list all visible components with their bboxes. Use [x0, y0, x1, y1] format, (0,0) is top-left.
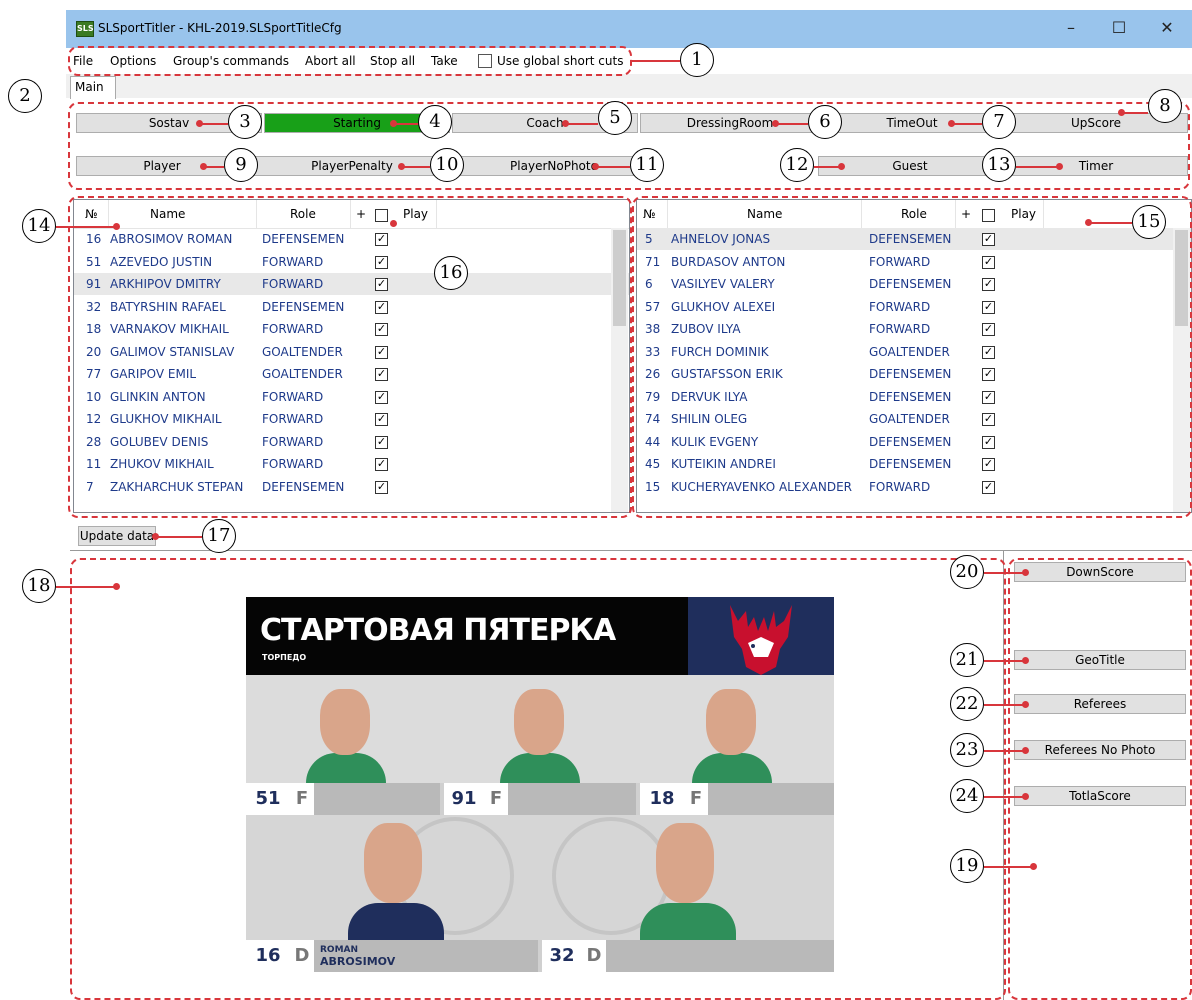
- callout-4: 4: [418, 105, 452, 139]
- callout-5: 5: [598, 101, 632, 135]
- callout-18: 18: [22, 569, 56, 603]
- app-icon: SLS: [76, 21, 94, 37]
- callout-3: 3: [228, 105, 262, 139]
- preview-region-outline: [70, 558, 1006, 1000]
- callout-15: 15: [1132, 205, 1166, 239]
- window-title: SLSportTitler - KHL-2019.SLSportTitleCfg: [98, 21, 342, 35]
- tab-main[interactable]: Main: [70, 76, 116, 99]
- callout-11: 11: [630, 148, 664, 182]
- update-data-button[interactable]: Update data: [78, 526, 156, 546]
- home-grid-outline: [68, 196, 632, 518]
- minimize-button[interactable]: –: [1048, 14, 1094, 42]
- callout-12: 12: [780, 148, 814, 182]
- callout-1: 1: [680, 43, 714, 77]
- close-button[interactable]: ✕: [1144, 14, 1190, 42]
- side-buttons-outline: [1008, 558, 1192, 1000]
- callout-22: 22: [950, 687, 984, 721]
- callout-6: 6: [808, 105, 842, 139]
- menu-region-outline: [68, 46, 632, 76]
- callout-9: 9: [224, 148, 258, 182]
- callout-17: 17: [202, 519, 236, 553]
- maximize-button[interactable]: ☐: [1096, 14, 1142, 42]
- callout-2: 2: [8, 79, 42, 113]
- callout-16: 16: [434, 256, 468, 290]
- guest-grid-outline: [632, 196, 1192, 518]
- callout-8: 8: [1148, 89, 1182, 123]
- divider: [70, 550, 1192, 551]
- callout-10: 10: [430, 148, 464, 182]
- callout-7: 7: [982, 105, 1016, 139]
- callout-14: 14: [22, 209, 56, 243]
- callout-24: 24: [950, 779, 984, 813]
- callout-19: 19: [950, 849, 984, 883]
- callout-13: 13: [982, 148, 1016, 182]
- callout-20: 20: [950, 555, 984, 589]
- tab-strip: [66, 74, 1192, 98]
- callout-21: 21: [950, 643, 984, 677]
- callout-23: 23: [950, 733, 984, 767]
